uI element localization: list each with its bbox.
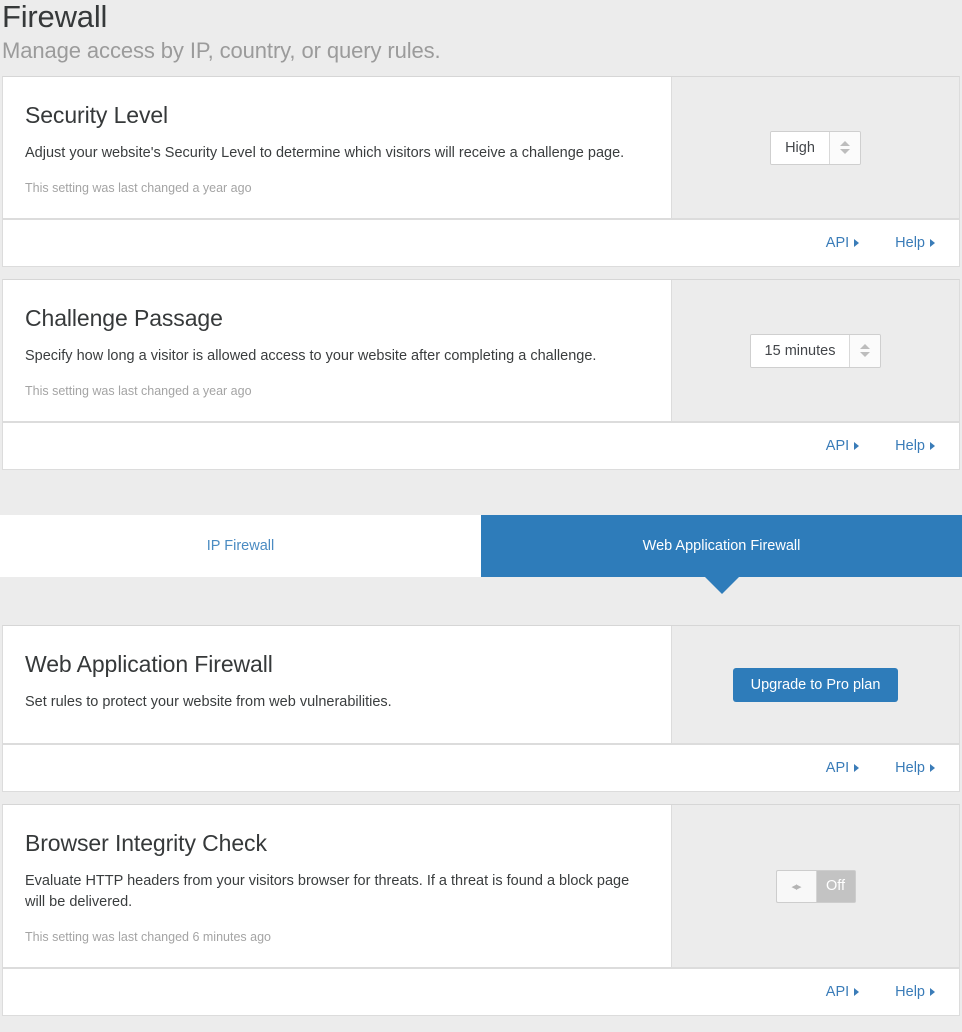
help-link-label: Help [895,760,925,776]
card-control-area: 15 minutes [672,280,959,421]
spacer [0,792,962,804]
card-control-area: High [672,77,959,218]
chevron-up-icon[interactable] [860,344,871,349]
upgrade-to-pro-plan-button[interactable]: Upgrade to Pro plan [732,667,899,702]
spacer [0,470,962,515]
card-content: Security Level Adjust your website's Sec… [3,77,672,218]
card-body: Browser Integrity Check Evaluate HTTP he… [3,805,959,967]
card-last-changed: This setting was last changed a year ago [25,384,252,398]
api-link-label: API [825,984,850,1000]
help-link-label: Help [895,984,925,1000]
card-content: Web Application Firewall Set rules to pr… [3,626,672,743]
chevron-up-icon[interactable] [839,141,850,146]
api-link[interactable]: API [825,984,860,1000]
card-description: Evaluate HTTP headers from your visitors… [25,873,630,910]
api-link-label: API [825,760,850,776]
card-browser-integrity-check-footer: API Help [2,968,960,1016]
card-body: Security Level Adjust your website's Sec… [3,77,959,218]
help-link[interactable]: Help [895,235,935,251]
card-last-changed: This setting was last changed 6 minutes … [25,930,271,944]
page-header: Firewall Manage access by IP, country, o… [0,0,962,64]
page-subtitle: Manage access by IP, country, or query r… [2,38,441,63]
card-web-application-firewall-footer: API Help [2,744,960,792]
caret-right-icon [854,442,860,450]
card-title: Browser Integrity Check [25,830,267,856]
help-link[interactable]: Help [895,438,935,454]
caret-right-icon [854,239,860,247]
card-control-area: ◂▸ Off [672,805,959,967]
toggle-handle-grip-icon[interactable]: ◂▸ [776,870,817,902]
page-title: Firewall [2,0,108,34]
challenge-passage-select-value[interactable]: 15 minutes [750,334,850,367]
card-description: Specify how long a visitor is allowed ac… [25,348,597,364]
caret-right-icon [854,988,860,996]
api-link[interactable]: API [825,438,860,454]
tab-ip-firewall-label: IP Firewall [206,538,275,554]
card-footer: API Help [3,744,959,791]
api-link-label: API [825,438,850,454]
spacer [0,267,962,279]
help-link[interactable]: Help [895,760,935,776]
chevron-down-icon[interactable] [860,352,871,357]
security-level-select-stepper[interactable] [828,131,860,164]
challenge-passage-select[interactable]: 15 minutes [749,333,882,368]
security-level-select-value[interactable]: High [771,131,829,164]
card-title: Challenge Passage [25,305,223,331]
caret-right-icon [930,988,935,996]
help-link-label: Help [895,438,925,454]
card-browser-integrity-check: Browser Integrity Check Evaluate HTTP he… [2,804,960,968]
card-last-changed: This setting was last changed a year ago [25,181,252,195]
card-footer: API Help [3,422,959,469]
card-footer: API Help [3,968,959,1015]
help-link[interactable]: Help [895,984,935,1000]
toggle-state-label: Off [816,870,855,902]
card-content: Browser Integrity Check Evaluate HTTP he… [3,805,672,967]
card-challenge-passage-footer: API Help [2,422,960,470]
card-description: Set rules to protect your website from w… [25,694,392,710]
card-body: Web Application Firewall Set rules to pr… [3,626,959,743]
spacer [0,64,962,76]
help-link-label: Help [895,235,925,251]
caret-right-icon [930,239,935,247]
card-title: Web Application Firewall [25,651,273,677]
challenge-passage-select-stepper[interactable] [849,334,881,367]
firewall-tabs: IP Firewall Web Application Firewall [0,515,962,594]
card-description: Adjust your website's Security Level to … [25,145,625,161]
tab-ip-firewall[interactable]: IP Firewall [0,515,481,577]
card-body: Challenge Passage Specify how long a vis… [3,280,959,421]
api-link[interactable]: API [825,235,860,251]
card-control-area: Upgrade to Pro plan [672,626,959,743]
chevron-down-icon[interactable] [839,149,850,154]
api-link-label: API [825,235,850,251]
api-link[interactable]: API [825,760,860,776]
security-level-select[interactable]: High [770,130,861,165]
spacer [0,577,962,625]
caret-right-icon [854,764,860,772]
card-footer: API Help [3,219,959,266]
caret-right-icon [930,764,935,772]
card-security-level: Security Level Adjust your website's Sec… [2,76,960,219]
browser-integrity-check-toggle[interactable]: ◂▸ Off [775,869,856,903]
caret-right-icon [930,442,935,450]
tab-web-application-firewall-label: Web Application Firewall [642,538,801,554]
card-challenge-passage: Challenge Passage Specify how long a vis… [2,279,960,422]
tab-web-application-firewall[interactable]: Web Application Firewall [481,515,962,594]
active-tab-pointer-icon [704,577,739,594]
card-title: Security Level [25,102,169,128]
card-security-level-footer: API Help [2,219,960,267]
card-web-application-firewall: Web Application Firewall Set rules to pr… [2,625,960,744]
card-content: Challenge Passage Specify how long a vis… [3,280,672,421]
